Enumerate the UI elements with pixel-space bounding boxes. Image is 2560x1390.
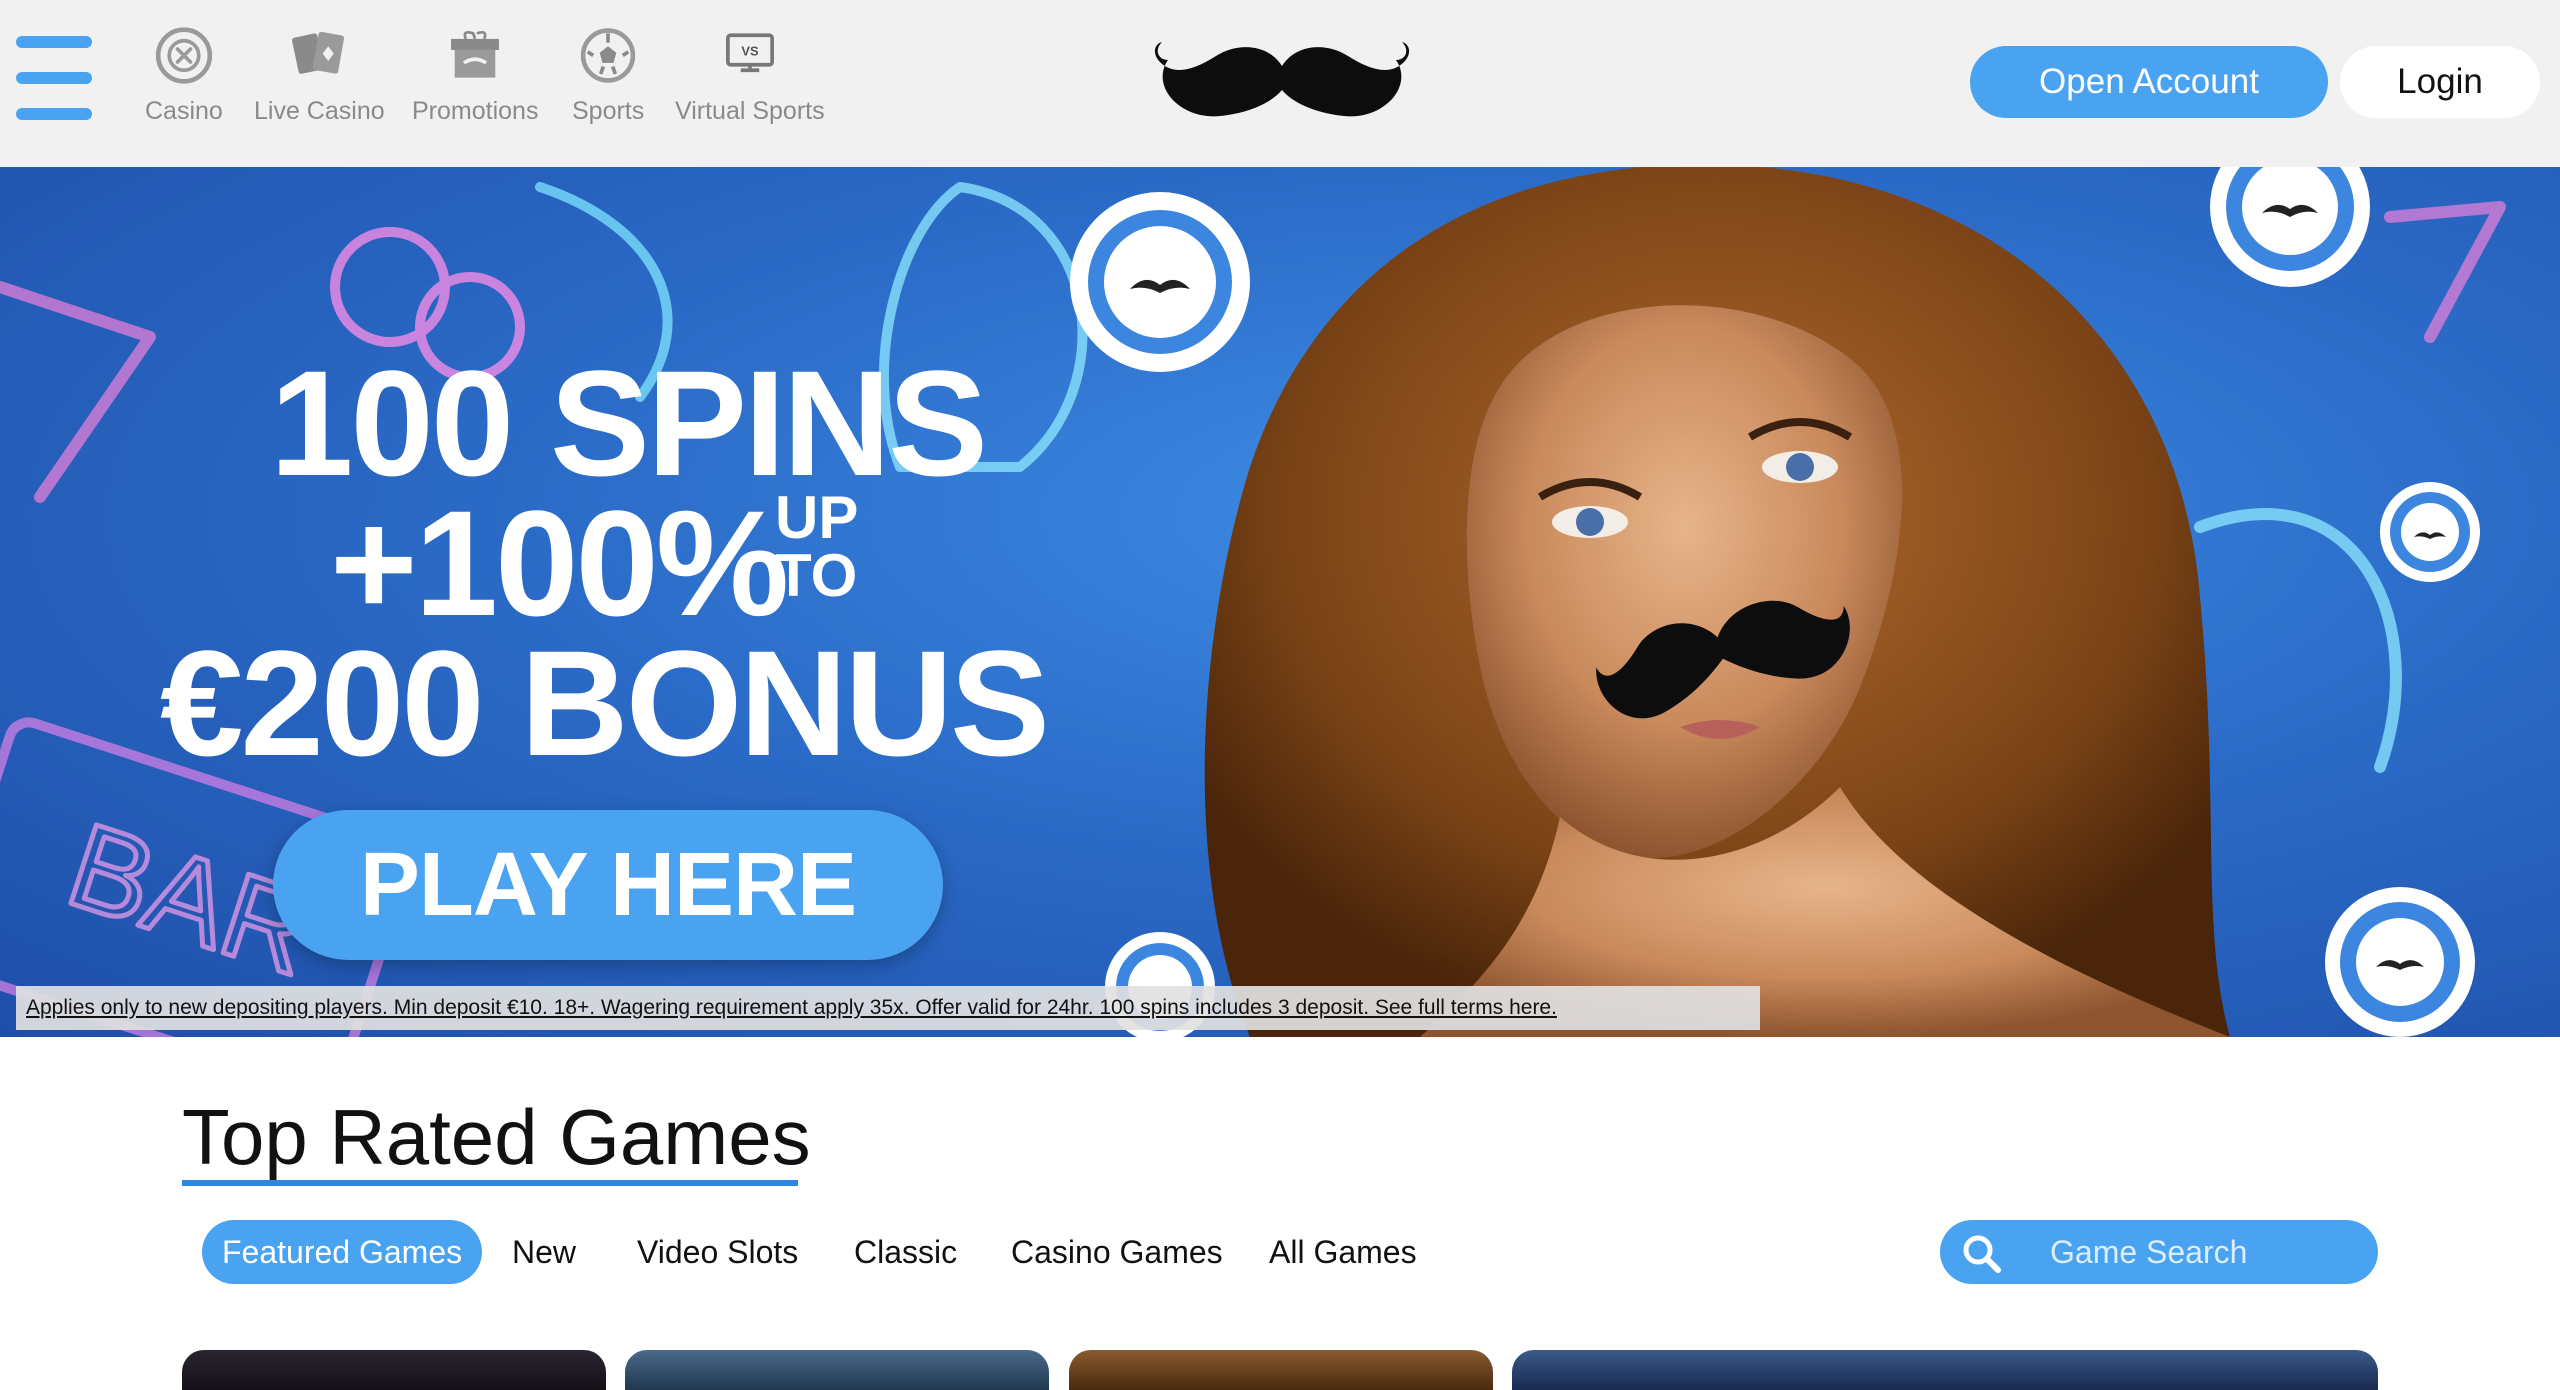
tab-all-games[interactable]: All Games xyxy=(1269,1220,1417,1284)
tab-featured-games[interactable]: Featured Games xyxy=(202,1220,483,1284)
game-thumbnail[interactable] xyxy=(1512,1350,2378,1390)
tab-new[interactable]: New xyxy=(512,1220,576,1284)
login-button[interactable]: Login xyxy=(2340,46,2540,118)
promo-headline-bonus: €200 BONUS xyxy=(160,619,1050,787)
nav-live-casino[interactable]: Live Casino xyxy=(254,26,385,126)
gift-box-icon xyxy=(451,30,500,78)
nav-casino-label: Casino xyxy=(145,97,223,125)
tab-casino-games[interactable]: Casino Games xyxy=(1011,1220,1223,1284)
nav-casino[interactable]: Casino xyxy=(145,26,223,126)
section-title: Top Rated Games xyxy=(182,1093,811,1181)
roulette-icon xyxy=(155,27,213,84)
nav-virtual-sports[interactable]: VS Virtual Sports xyxy=(675,26,825,126)
mustache-logo-icon[interactable] xyxy=(1150,36,1415,128)
search-icon xyxy=(1963,1235,2001,1273)
open-account-button[interactable]: Open Account xyxy=(1970,46,2328,118)
site-header: Casino Live Casino Promotions Sports VS … xyxy=(0,0,2560,167)
nav-sports-label: Sports xyxy=(572,97,645,125)
nav-promotions-label: Promotions xyxy=(412,97,539,125)
svg-text:VS: VS xyxy=(741,44,759,59)
promo-headline-up-to: UP TO xyxy=(775,484,859,609)
hamburger-menu-icon[interactable] xyxy=(16,36,92,122)
playing-cards-icon xyxy=(292,31,345,74)
tab-video-slots[interactable]: Video Slots xyxy=(637,1220,798,1284)
play-here-button[interactable]: PLAY HERE xyxy=(273,810,943,960)
terms-link[interactable]: Applies only to new depositing players. … xyxy=(16,986,1760,1030)
nav-virtual-sports-label: Virtual Sports xyxy=(675,97,825,125)
soccer-ball-icon xyxy=(580,28,636,83)
promo-banner[interactable]: BAR 100 SPINS +100% UP TO €200 BONUS PLA… xyxy=(0,167,2560,1037)
game-thumbnail[interactable] xyxy=(625,1350,1049,1390)
game-search[interactable] xyxy=(1940,1220,2378,1284)
game-thumbnail[interactable] xyxy=(1069,1350,1493,1390)
nav-promotions[interactable]: Promotions xyxy=(412,26,538,126)
game-thumbnail[interactable] xyxy=(182,1350,606,1390)
title-underline xyxy=(182,1180,798,1186)
tab-classic[interactable]: Classic xyxy=(854,1220,957,1284)
vs-monitor-icon: VS xyxy=(725,33,774,73)
nav-sports[interactable]: Sports xyxy=(572,26,644,126)
search-input[interactable] xyxy=(2050,1220,2360,1284)
nav-live-casino-label: Live Casino xyxy=(254,97,385,125)
